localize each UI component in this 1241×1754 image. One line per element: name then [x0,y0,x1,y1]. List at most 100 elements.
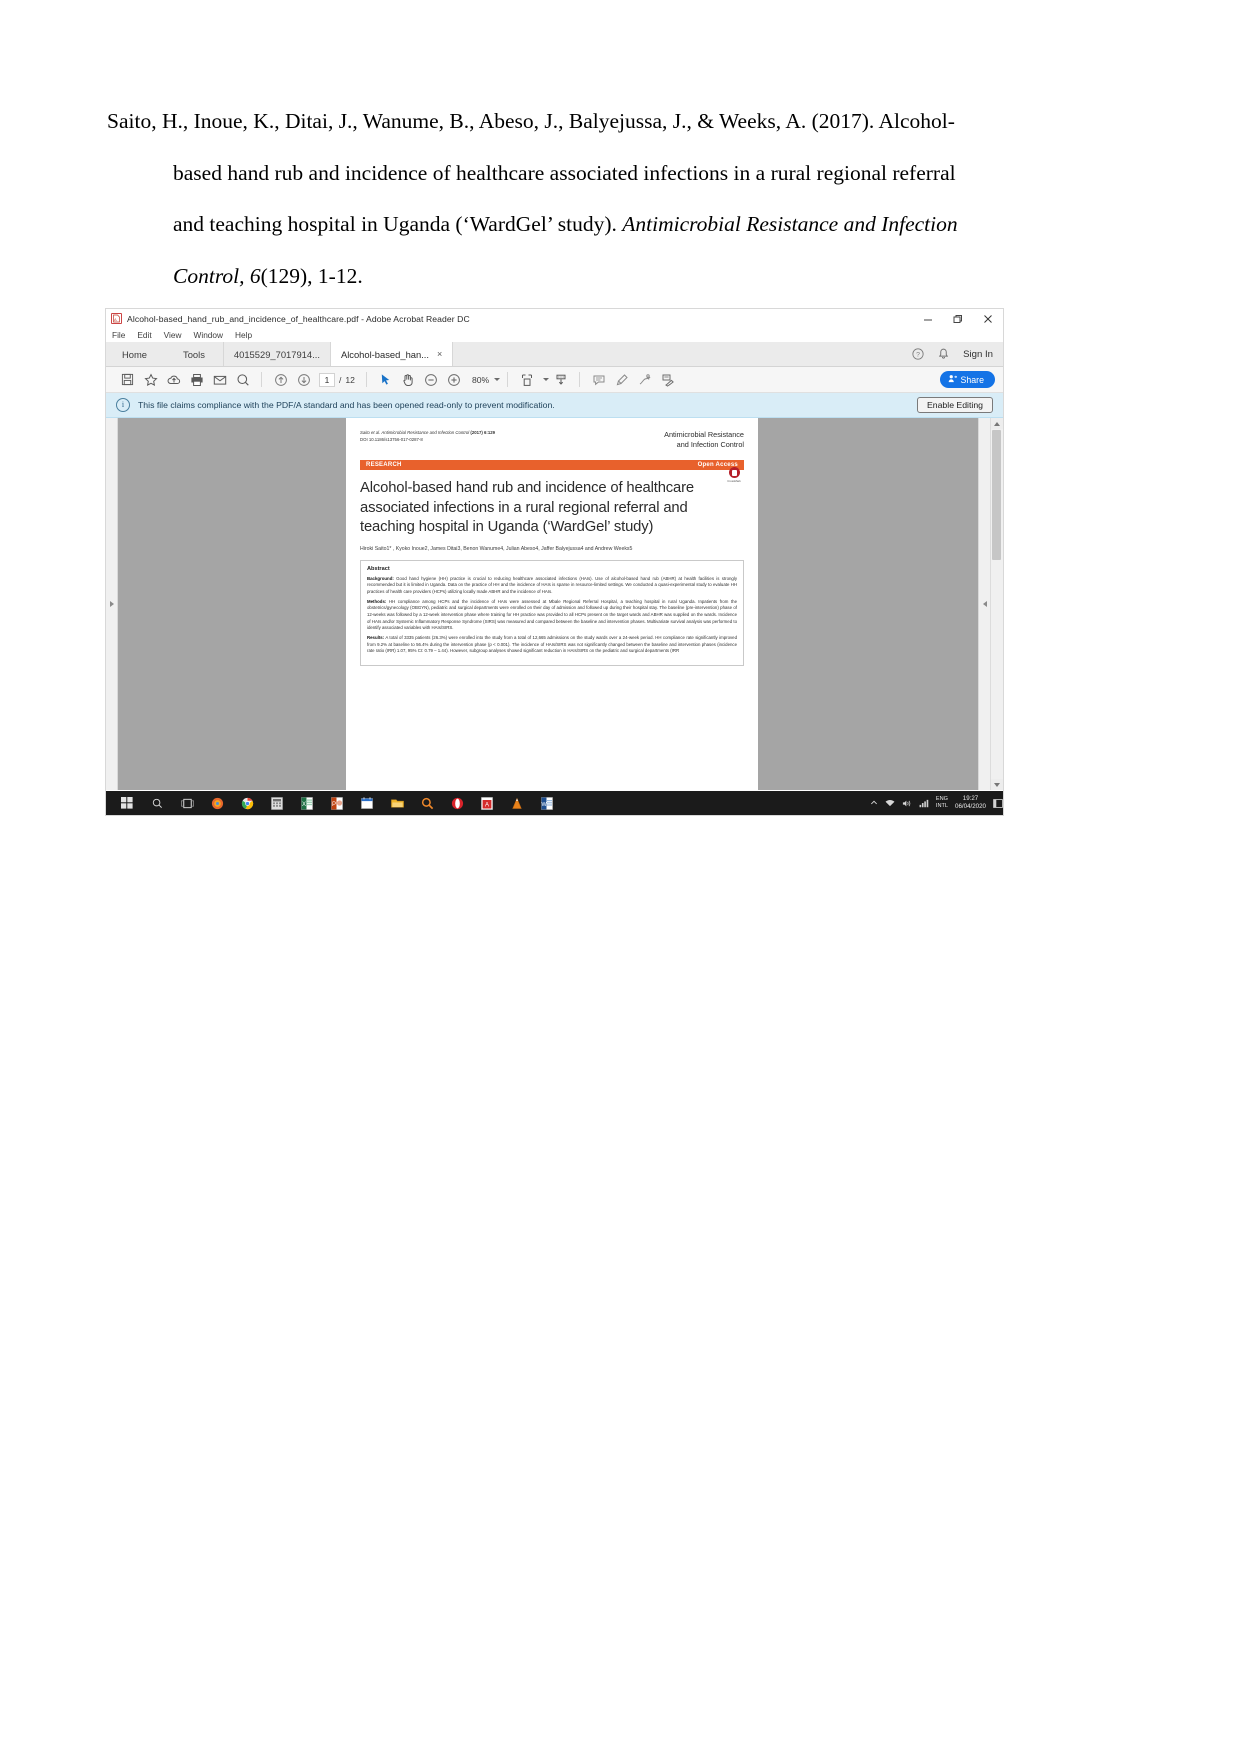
clock[interactable]: 19:27 06/04/2020 [955,795,986,811]
acrobat-reader-icon[interactable]: A [472,791,502,815]
menu-edit[interactable]: Edit [137,330,151,340]
highlight-text-icon[interactable] [610,367,633,392]
toolbar-separator-2 [365,372,367,387]
abstract-results-label: Results: [367,635,385,641]
tab-tools[interactable]: Tools [165,342,224,366]
search-icon[interactable] [142,791,172,815]
save-file-icon[interactable] [116,367,139,392]
find-search-icon[interactable] [231,367,254,392]
menu-bar: File Edit View Window Help [106,328,1003,342]
opera-icon[interactable] [442,791,472,815]
window-controls [913,309,1003,328]
main-toolbar: 1 / 12 80% Share [106,367,1003,393]
page-indicator: 1 / 12 [319,372,355,387]
pdf-article-title: Alcohol-based hand rub and incidence of … [360,480,694,535]
volume-icon[interactable] [902,799,912,808]
crossmark-badge: CrossMark [724,467,744,483]
restore-icon[interactable] [943,309,973,328]
excel-icon[interactable]: X [292,791,322,815]
svg-text:?: ? [916,352,920,359]
adobe-acrobat-reader-window: A Alcohol-based_hand_rub_and_incidence_o… [106,309,1003,815]
vertical-scrollbar[interactable] [990,418,1003,790]
abstract-results: Results: A total of 3335 patients (26.3%… [367,635,737,655]
menu-view[interactable]: View [164,330,182,340]
menu-window[interactable]: Window [194,330,224,340]
activity-monitor-icon[interactable] [919,799,929,808]
citation-line-2: based hand rub and incidence of healthca… [173,160,956,185]
current-page-input[interactable]: 1 [319,372,335,387]
close-icon[interactable] [973,309,1003,328]
pan-hand-icon[interactable] [397,367,420,392]
task-view-icon[interactable] [172,791,202,815]
file-explorer-icon[interactable] [382,791,412,815]
draw-markup-icon[interactable] [633,367,656,392]
pdf-citation-line: Saito et al. Antimicrobial Resistance an… [360,430,495,449]
panel-expand-right-icon [109,601,114,607]
minimize-icon[interactable] [913,309,943,328]
page-canvas-area[interactable]: Saito et al. Antimicrobial Resistance an… [118,418,978,790]
abstract-methods-label: Methods: [367,598,387,604]
sign-in-button[interactable]: Sign In [963,349,993,360]
notification-bell-icon[interactable] [938,348,949,360]
comment-pane-toggle[interactable] [978,418,990,790]
research-open-access-bar: RESEARCH Open Access [360,460,744,470]
enable-editing-button[interactable]: Enable Editing [916,397,993,413]
language-indicator[interactable]: ENG INTL [936,796,948,810]
fit-page-icon[interactable] [515,367,538,392]
tab-document-1[interactable]: 4015529_7017914... [224,342,331,366]
chrome-icon[interactable] [232,791,262,815]
calculator-icon[interactable] [262,791,292,815]
action-center-icon[interactable] [993,798,1003,808]
email-icon[interactable] [208,367,231,392]
help-circle-icon[interactable]: ? [912,348,924,360]
panel-expand-left-icon [982,601,987,607]
share-button[interactable]: Share [939,371,995,388]
network-icon[interactable] [885,799,895,808]
abstract-background-label: Background: [367,575,394,581]
abstract-results-text: A total of 3335 patients (26.3%) were en… [367,635,737,654]
upload-to-cloud-icon[interactable] [162,367,185,392]
firefox-icon[interactable] [202,791,232,815]
zoom-out-icon[interactable] [420,367,443,392]
zoom-dropdown-chevron-down-icon[interactable] [494,378,501,381]
total-pages: 12 [345,374,355,385]
vlc-cone-icon[interactable] [502,791,532,815]
page-separator: / [339,374,342,385]
next-page-arrow-icon[interactable] [292,367,315,392]
tab-home[interactable]: Home [106,342,165,366]
scrollbar-thumb[interactable] [992,430,1001,560]
citation-journal-title: Antimicrobial Resistance and Infection [622,212,958,236]
notification-message: This file claims compliance with the PDF… [138,400,555,410]
pdf-running-head-issue: (2017) 6:129 [469,430,496,435]
powerpoint-icon[interactable]: P [322,791,352,815]
add-comment-icon[interactable] [587,367,610,392]
svg-text:P: P [332,802,336,808]
menu-file[interactable]: File [112,330,125,340]
print-icon[interactable] [185,367,208,392]
fill-and-sign-icon[interactable] [656,367,679,392]
citation-line-3: and teaching hospital in Uganda (‘WardGe… [107,199,1002,251]
toolbar-separator-1 [261,372,262,387]
windows-start-icon[interactable] [112,791,142,815]
menu-help[interactable]: Help [235,330,252,340]
tab-close-icon[interactable]: × [437,349,442,359]
calendar-icon[interactable] [352,791,382,815]
scroll-down-arrow-icon[interactable] [991,779,1003,790]
window-title-bar: A Alcohol-based_hand_rub_and_incidence_o… [106,309,1003,328]
scroll-mode-icon[interactable] [549,367,572,392]
tab-document-2[interactable]: Alcohol-based_han... × [330,342,454,366]
scroll-up-arrow-icon[interactable] [991,418,1003,429]
search-magnifier-orange-icon[interactable] [412,791,442,815]
select-cursor-icon[interactable] [374,367,397,392]
zoom-level-value[interactable]: 80% [472,375,489,385]
zoom-in-icon[interactable] [443,367,466,392]
navigation-pane-toggle[interactable] [106,418,118,790]
word-icon[interactable]: W [532,791,562,815]
share-label: Share [960,374,984,385]
show-hidden-icons-icon[interactable] [870,799,878,807]
add-bookmark-star-icon[interactable] [139,367,162,392]
language-line-1: ENG [935,796,949,802]
previous-page-arrow-icon[interactable] [269,367,292,392]
pdf-doi: DOI 10.1186/s13756-017-0287-8 [360,436,423,442]
crossmark-icon [728,467,740,478]
